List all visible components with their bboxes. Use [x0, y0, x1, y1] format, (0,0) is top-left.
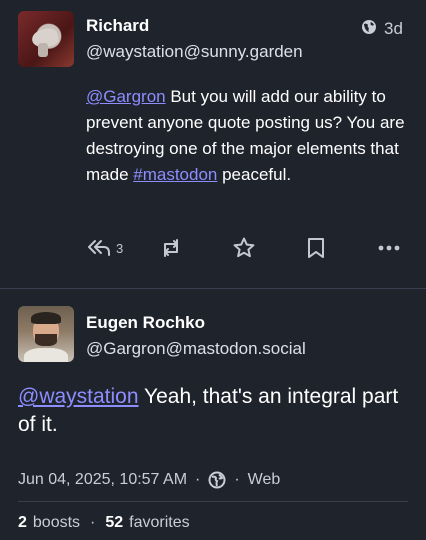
avatar[interactable]: [18, 11, 74, 67]
favorites-count: 52: [105, 514, 124, 531]
display-name[interactable]: Eugen Rochko: [86, 313, 205, 333]
status-action-bar: 3: [86, 234, 406, 262]
boost-icon: [164, 239, 178, 257]
avatar-image-detail: [38, 43, 48, 57]
avatar-image-hair: [31, 312, 61, 324]
avatar-image: [24, 348, 68, 362]
more-options-button[interactable]: [378, 234, 400, 262]
hashtag-link[interactable]: #mastodon: [133, 165, 217, 184]
status-meta: Jun 04, 2025, 10:57 AM · · Web: [18, 471, 280, 489]
stats-separator: ·: [90, 514, 96, 531]
favorites-link[interactable]: 52 favorites: [105, 514, 189, 532]
mention-link[interactable]: @waystation: [18, 385, 139, 408]
avatar-image-beard: [35, 334, 57, 346]
reply-count: 3: [116, 240, 124, 256]
bookmark-button[interactable]: [306, 234, 326, 262]
absolute-timestamp[interactable]: Jun 04, 2025, 10:57 AM: [18, 471, 187, 489]
bookmark-icon: [308, 238, 324, 258]
status-post-richard[interactable]: Richard @waystation@sunny.garden 3d @Gar…: [0, 0, 426, 288]
meta-separator: ·: [195, 471, 201, 488]
boosts-link[interactable]: 2 boosts: [18, 514, 80, 532]
status-text-end: peaceful.: [217, 165, 292, 184]
relative-timestamp[interactable]: 3d: [384, 19, 403, 39]
favorites-label: favorites: [129, 514, 190, 531]
status-content: @Gargron But you will add our ability to…: [86, 84, 416, 188]
boosts-count: 2: [18, 514, 27, 531]
meta-separator: ·: [234, 471, 240, 488]
stats-divider: [18, 501, 408, 502]
reply-button[interactable]: 3: [86, 234, 123, 262]
status-content: @waystation Yeah, that's an integral par…: [18, 383, 410, 439]
mention-link[interactable]: @Gargron: [86, 87, 166, 106]
boosts-label: boosts: [32, 514, 81, 531]
status-post-detailed: Eugen Rochko @Gargron@mastodon.social @w…: [0, 289, 426, 540]
status-stats: 2 boosts · 52 favorites: [18, 514, 190, 532]
globe-icon: [208, 471, 226, 489]
favorite-button[interactable]: [232, 234, 256, 262]
boost-button[interactable]: [160, 234, 182, 262]
account-handle[interactable]: @Gargron@mastodon.social: [86, 339, 306, 359]
avatar[interactable]: [18, 306, 74, 362]
more-horizontal-icon: [378, 245, 400, 251]
reply-all-icon: [88, 240, 110, 256]
star-icon: [233, 237, 255, 258]
display-name[interactable]: Richard: [86, 16, 149, 36]
account-handle[interactable]: @waystation@sunny.garden: [86, 42, 303, 62]
application-name: Web: [247, 471, 281, 488]
globe-icon: [362, 20, 376, 34]
